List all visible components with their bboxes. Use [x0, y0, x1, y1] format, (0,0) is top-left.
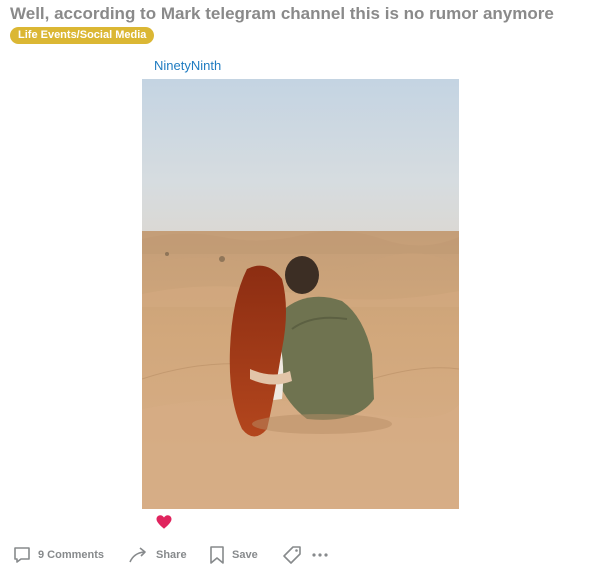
comments-button[interactable]: 9 Comments [12, 543, 128, 567]
tag-button[interactable] [282, 543, 310, 567]
save-button[interactable]: Save [208, 543, 282, 567]
post-title[interactable]: Well, according to Mark telegram channel… [10, 4, 554, 24]
more-icon [312, 553, 328, 557]
more-options-button[interactable] [310, 543, 334, 567]
post-image[interactable] [142, 79, 459, 509]
share-button[interactable]: Share [128, 543, 208, 567]
post-card: Well, according to Mark telegram channel… [0, 0, 597, 573]
post-flair[interactable]: Life Events/Social Media [10, 27, 155, 44]
post-author-link[interactable]: NinetyNinth [154, 58, 221, 73]
share-icon [129, 547, 146, 563]
comment-icon [14, 547, 30, 563]
tag-icon [283, 546, 301, 564]
post-actions-bar: 9 Comments Share Save [12, 543, 334, 567]
bookmark-icon [210, 546, 224, 564]
share-label: Share [156, 549, 187, 561]
heart-reaction[interactable] [155, 513, 173, 531]
heart-icon [156, 515, 172, 529]
save-label: Save [232, 549, 258, 561]
comments-label: 9 Comments [38, 549, 105, 561]
